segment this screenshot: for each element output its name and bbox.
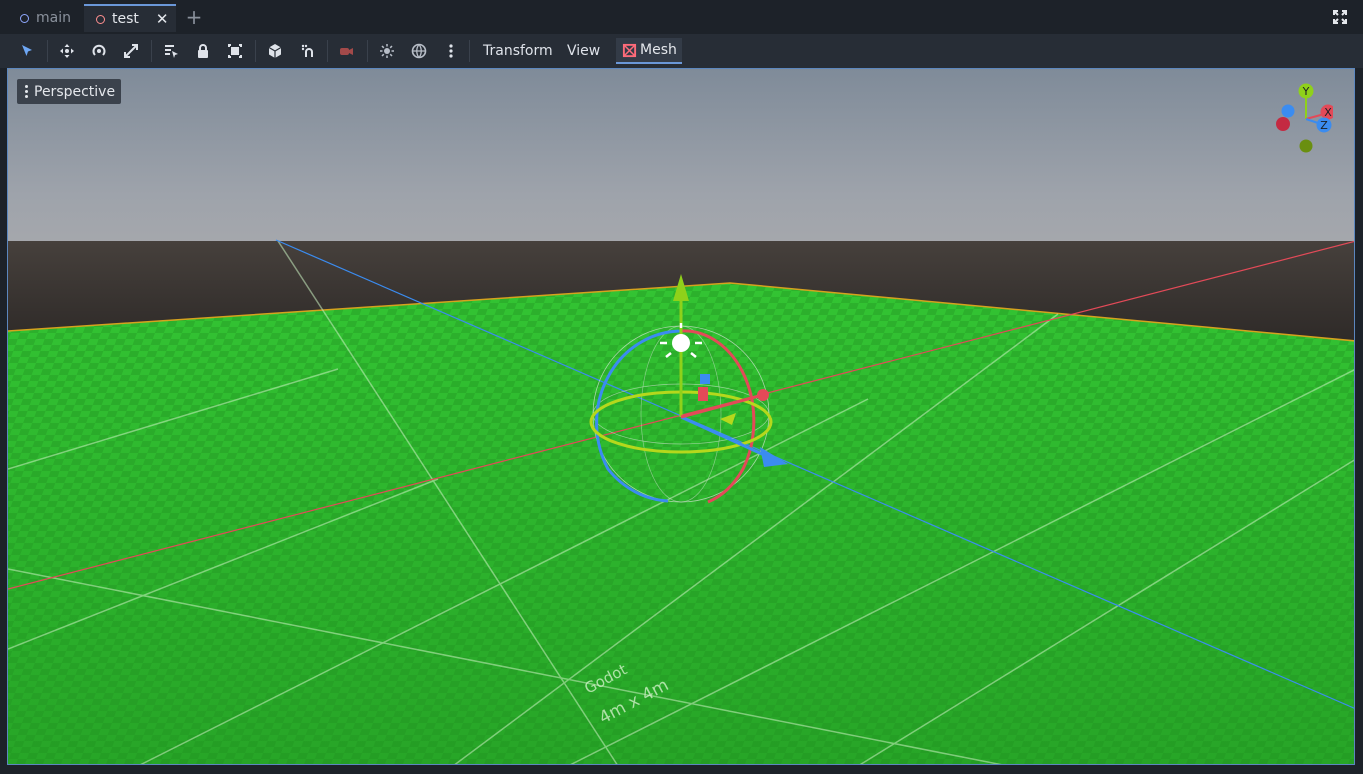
toolbar-separator: [327, 40, 328, 62]
perspective-label: Perspective: [34, 83, 116, 100]
more-icon[interactable]: [441, 41, 461, 61]
scene-ring-icon: [20, 13, 29, 23]
x-axis-label: X: [1324, 106, 1332, 119]
tab-label: test: [112, 11, 139, 27]
tab-main[interactable]: main: [0, 4, 82, 32]
neg-y-handle: [1299, 139, 1313, 153]
toolbar-separator: [255, 40, 256, 62]
cube-icon[interactable]: [265, 41, 285, 61]
camera-icon[interactable]: [336, 41, 356, 61]
transform-menu[interactable]: Transform: [483, 40, 553, 62]
list-select-icon[interactable]: [161, 41, 181, 61]
toolbar-separator: [367, 40, 368, 62]
z-axis-label: Z: [1320, 119, 1328, 132]
y-axis-label: Y: [1302, 85, 1310, 98]
sun-icon[interactable]: [377, 41, 397, 61]
neg-z-handle: [1281, 104, 1295, 118]
toolbar-separator: [469, 40, 470, 62]
3d-scene[interactable]: Godot 4m x 4m: [8, 69, 1355, 765]
select-icon[interactable]: [17, 41, 37, 61]
group-icon[interactable]: [225, 41, 245, 61]
toolbar-separator: [47, 40, 48, 62]
tab-test[interactable]: test ✕: [84, 4, 176, 32]
lock-icon[interactable]: [193, 41, 213, 61]
close-icon[interactable]: ✕: [156, 10, 169, 28]
move-icon[interactable]: [57, 41, 77, 61]
3d-viewport[interactable]: Godot 4m x 4m Perspective Y X Z: [7, 68, 1355, 765]
orientation-gizmo[interactable]: Y X Z: [1273, 83, 1333, 155]
mesh-icon: [622, 43, 637, 57]
scene-ring-icon: [96, 14, 105, 24]
toolbar-separator: [151, 40, 152, 62]
environment-icon[interactable]: [409, 41, 429, 61]
fullscreen-icon[interactable]: [1332, 9, 1348, 25]
view-menu[interactable]: View: [567, 40, 600, 62]
add-tab-icon[interactable]: +: [184, 7, 204, 27]
mesh-menu[interactable]: Mesh: [616, 38, 682, 64]
snap-icon[interactable]: [298, 41, 318, 61]
neg-x-handle: [1276, 117, 1290, 131]
scene-tab-bar: main test ✕ +: [0, 0, 1363, 34]
viewport-toolbar: Transform View Mesh: [0, 34, 1363, 68]
scale-icon[interactable]: [121, 41, 141, 61]
rotate-icon[interactable]: [89, 41, 109, 61]
mesh-menu-label: Mesh: [640, 42, 677, 58]
sky: [8, 69, 1354, 249]
more-icon: [25, 85, 28, 98]
perspective-menu[interactable]: Perspective: [17, 79, 122, 104]
tab-label: main: [36, 10, 71, 26]
